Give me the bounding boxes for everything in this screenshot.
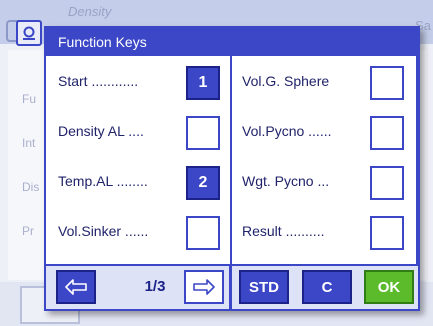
function-key-slot[interactable]: [370, 116, 404, 150]
function-key-slot[interactable]: [186, 116, 220, 150]
function-key-label: Result ..........: [242, 223, 325, 239]
function-key-label: Vol.G. Sphere: [242, 73, 330, 89]
clear-button[interactable]: C: [302, 270, 352, 304]
background-label: Dis: [22, 180, 40, 194]
function-key-result[interactable]: Result ..........: [242, 210, 410, 252]
background-title: Density: [68, 4, 112, 19]
function-key-label: Start ............: [58, 73, 139, 89]
function-key-slot[interactable]: 1: [186, 66, 220, 100]
function-key-start[interactable]: Start ............ 1: [58, 60, 228, 102]
function-key-slot[interactable]: 2: [186, 166, 220, 200]
function-key-slot[interactable]: [370, 216, 404, 250]
function-key-label: Wgt. Pycno ...: [242, 173, 330, 189]
function-key-vol-sinker[interactable]: Vol.Sinker ......: [58, 210, 228, 252]
balance-icon: [16, 20, 42, 46]
function-key-density-al[interactable]: Density AL ....: [58, 110, 228, 152]
arrow-left-icon: [65, 279, 87, 295]
background-label: Fu: [22, 92, 37, 106]
previous-page-button[interactable]: [56, 270, 96, 304]
function-key-vol-g-sphere[interactable]: Vol.G. Sphere: [242, 60, 410, 102]
function-keys-dialog: Function Keys Start ............ 1 Densi…: [16, 20, 420, 311]
footer-divider: [229, 266, 232, 309]
column-divider: [230, 56, 232, 264]
function-key-label: Density AL ....: [58, 123, 144, 139]
function-key-slot[interactable]: [370, 166, 404, 200]
function-key-label: Vol.Sinker ......: [58, 223, 149, 239]
function-key-label: Temp.AL ........: [58, 173, 148, 189]
function-key-slot[interactable]: [186, 216, 220, 250]
arrow-right-icon: [193, 279, 215, 295]
std-button[interactable]: STD: [239, 270, 289, 304]
function-key-wgt-pycno[interactable]: Wgt. Pycno ...: [242, 160, 410, 202]
dialog-title: Function Keys: [58, 34, 147, 50]
next-page-button[interactable]: [184, 270, 224, 304]
ok-button[interactable]: OK: [364, 270, 414, 304]
page-indicator: 1/3: [144, 278, 166, 295]
function-key-vol-pycno[interactable]: Vol.Pycno ......: [242, 110, 410, 152]
function-key-slot[interactable]: [370, 66, 404, 100]
background-label: Int: [22, 136, 36, 150]
background-label: Pr: [22, 224, 34, 238]
function-key-label: Vol.Pycno ......: [242, 123, 332, 139]
function-keys-list: Start ............ 1 Density AL .... Tem…: [46, 56, 416, 264]
function-key-temp-al[interactable]: Temp.AL ........ 2: [58, 160, 228, 202]
dialog-footer: 1/3 STD C OK: [46, 266, 418, 309]
